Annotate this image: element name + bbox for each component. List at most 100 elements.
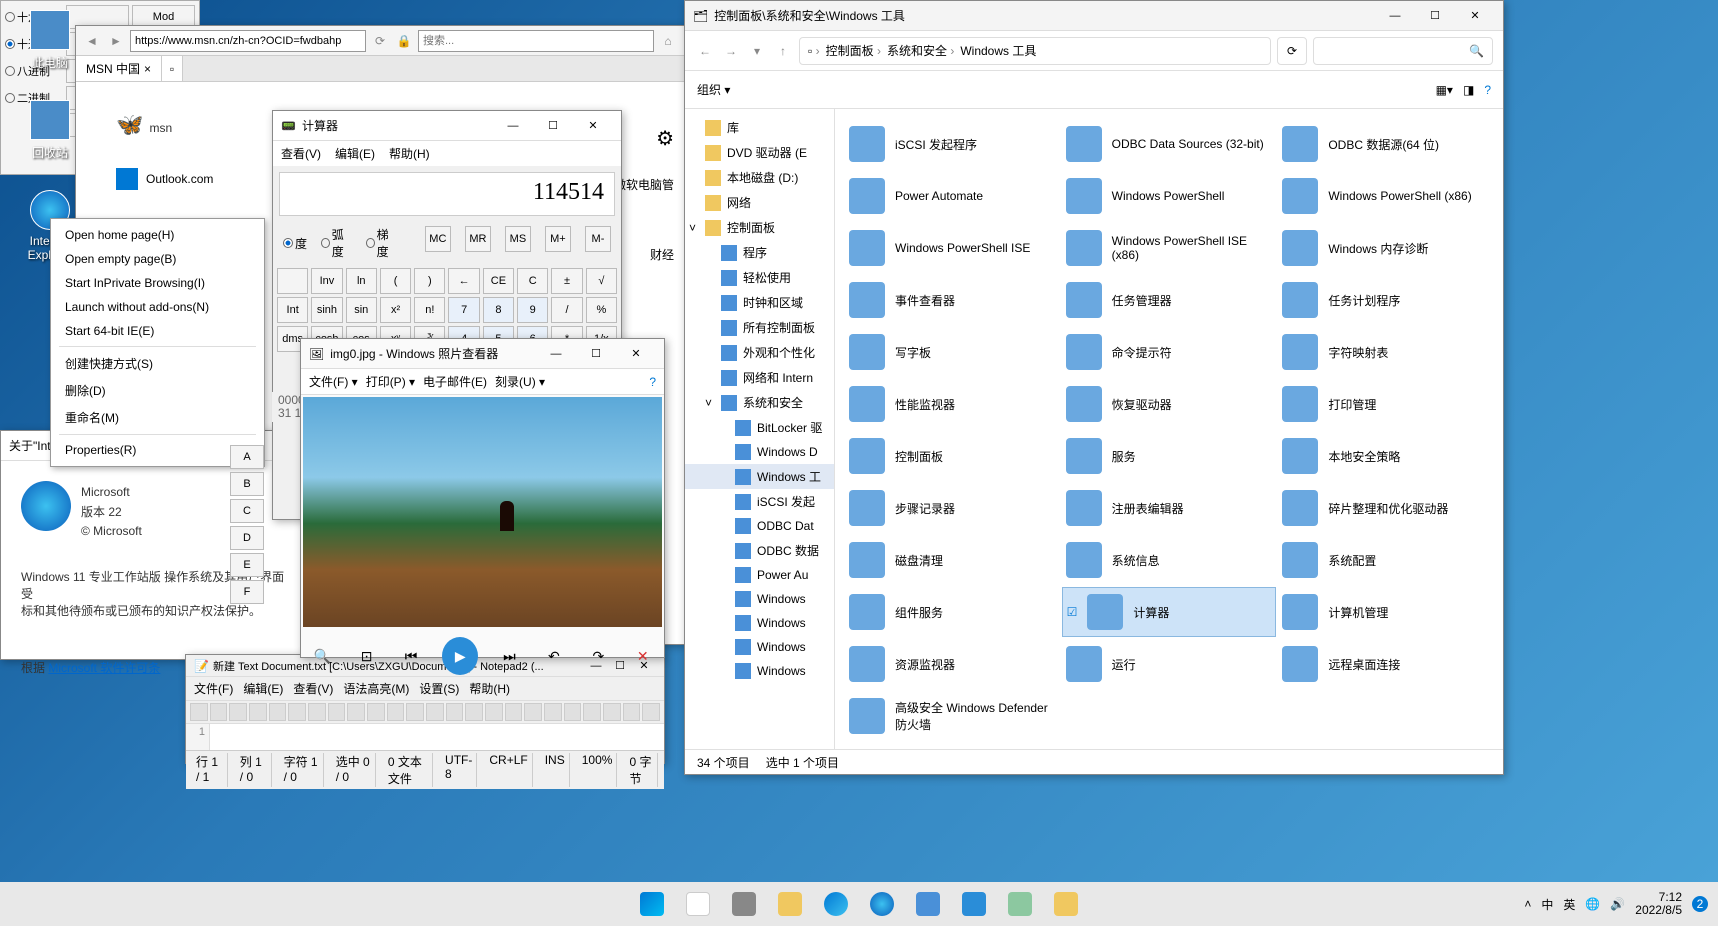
tab-msn[interactable]: MSN 中国× — [76, 56, 162, 81]
toolbar-button[interactable] — [485, 703, 503, 721]
calc-key[interactable]: ( — [380, 268, 411, 294]
calc-key[interactable]: √ — [586, 268, 617, 294]
file-item[interactable]: 打印管理 — [1278, 379, 1493, 429]
ime-lang[interactable]: 中 — [1541, 896, 1553, 913]
home-button[interactable]: ⌂ — [658, 34, 678, 48]
file-item[interactable]: 写字板 — [845, 327, 1060, 377]
calc-key[interactable]: % — [586, 297, 617, 323]
hex-key[interactable]: F — [230, 580, 264, 604]
toolbar-button[interactable] — [406, 703, 424, 721]
fit-button[interactable]: ⊡ — [353, 642, 379, 670]
back-button[interactable]: ◄ — [82, 34, 102, 48]
menu-item[interactable]: Start InPrivate Browsing(I) — [51, 271, 264, 295]
file-item[interactable]: 系统配置 — [1278, 535, 1493, 585]
toolbar-button[interactable] — [426, 703, 444, 721]
menu-burn[interactable]: 刻录(U) ▾ — [495, 373, 545, 390]
toolbar-button[interactable] — [229, 703, 247, 721]
file-item[interactable]: ☑计算器 — [1062, 587, 1277, 637]
toolbar-button[interactable] — [623, 703, 641, 721]
calc-key[interactable]: C — [517, 268, 548, 294]
calc-key[interactable]: CE — [483, 268, 514, 294]
menu-edit[interactable]: 编辑(E) — [335, 145, 375, 162]
file-item[interactable]: 本地安全策略 — [1278, 431, 1493, 481]
explorer-taskbar[interactable] — [770, 884, 810, 924]
tree-item[interactable]: Windows — [685, 587, 834, 611]
tree-item[interactable]: ODBC Dat — [685, 514, 834, 538]
calc-key[interactable]: n! — [414, 297, 445, 323]
file-item[interactable]: 任务管理器 — [1062, 275, 1277, 325]
file-item[interactable]: 任务计划程序 — [1278, 275, 1493, 325]
crumb-item[interactable]: Windows 工具 — [960, 42, 1036, 59]
crumb-item[interactable]: 控制面板 — [826, 42, 881, 59]
network-icon[interactable]: 🌐 — [1585, 897, 1600, 911]
file-item[interactable]: iSCSI 发起程序 — [845, 119, 1060, 169]
file-item[interactable]: 性能监视器 — [845, 379, 1060, 429]
side-link[interactable]: 财经 — [650, 248, 674, 262]
maximize-button[interactable]: ☐ — [576, 340, 616, 368]
menu-item[interactable]: 创建快捷方式(S) — [51, 350, 264, 377]
file-item[interactable]: 事件查看器 — [845, 275, 1060, 325]
tree-item[interactable]: Power Au — [685, 563, 834, 587]
tree-item[interactable]: 外观和个性化 — [685, 340, 834, 365]
maximize-button[interactable]: ☐ — [533, 112, 573, 140]
notification-badge[interactable]: 2 — [1692, 896, 1708, 912]
file-item[interactable]: 高级安全 Windows Defender 防火墙 — [845, 691, 1060, 741]
file-item[interactable]: Windows PowerShell — [1062, 171, 1277, 221]
menu-file[interactable]: 文件(F) ▾ — [309, 373, 358, 390]
file-item[interactable]: 远程桌面连接 — [1278, 639, 1493, 689]
hex-key[interactable]: B — [230, 472, 264, 496]
file-item[interactable]: 控制面板 — [845, 431, 1060, 481]
toolbar-button[interactable] — [269, 703, 287, 721]
calc-key[interactable]: ) — [414, 268, 445, 294]
toolbar-button[interactable] — [190, 703, 208, 721]
explorer2-taskbar[interactable] — [1046, 884, 1086, 924]
clock[interactable]: 7:122022/8/5 — [1635, 891, 1682, 917]
toolbar-button[interactable] — [367, 703, 385, 721]
menu-item[interactable]: 编辑(E) — [243, 680, 283, 697]
crumb-item[interactable]: 系统和安全 — [887, 42, 954, 59]
help-icon[interactable]: ? — [649, 373, 656, 390]
hex-key[interactable]: C — [230, 499, 264, 523]
notepad-taskbar[interactable] — [1000, 884, 1040, 924]
calc-key[interactable]: ± — [551, 268, 582, 294]
ie-taskbar[interactable] — [862, 884, 902, 924]
zoom-button[interactable]: 🔍 — [309, 642, 335, 670]
file-item[interactable]: 系统信息 — [1062, 535, 1277, 585]
search-button[interactable] — [678, 884, 718, 924]
tree-item[interactable]: 程序 — [685, 240, 834, 265]
minimize-button[interactable]: — — [536, 340, 576, 368]
breadcrumb[interactable]: ▫ 控制面板 系统和安全 Windows 工具 — [799, 37, 1271, 65]
volume-icon[interactable]: 🔊 — [1610, 897, 1625, 911]
tree-item[interactable]: Windows — [685, 611, 834, 635]
delete-button[interactable]: ✕ — [630, 642, 656, 670]
file-item[interactable]: 碎片整理和优化驱动器 — [1278, 483, 1493, 533]
url-input[interactable] — [130, 30, 366, 52]
close-button[interactable]: ✕ — [616, 340, 656, 368]
file-item[interactable]: 字符映射表 — [1278, 327, 1493, 377]
calc-key[interactable]: ln — [346, 268, 377, 294]
calc-key[interactable]: 8 — [483, 297, 514, 323]
tree-item[interactable]: BitLocker 驱 — [685, 415, 834, 440]
file-item[interactable]: 资源监视器 — [845, 639, 1060, 689]
file-item[interactable]: Windows PowerShell ISE — [845, 223, 1060, 273]
back-button[interactable]: ← — [695, 44, 715, 58]
toolbar-button[interactable] — [642, 703, 660, 721]
photo-taskbar[interactable] — [954, 884, 994, 924]
file-item[interactable]: 服务 — [1062, 431, 1277, 481]
organize-button[interactable]: 组织 ▾ — [697, 81, 730, 98]
toolbar-button[interactable] — [544, 703, 562, 721]
menu-print[interactable]: 打印(P) ▾ — [366, 373, 415, 390]
tree-item[interactable]: Windows — [685, 659, 834, 683]
edge-taskbar[interactable] — [816, 884, 856, 924]
mode-degrees[interactable]: 度 — [283, 226, 307, 260]
file-item[interactable]: 命令提示符 — [1062, 327, 1277, 377]
mode-grads[interactable]: 梯度 — [366, 226, 397, 260]
file-item[interactable]: 计算机管理 — [1278, 587, 1493, 637]
toolbar-button[interactable] — [210, 703, 228, 721]
next-button[interactable]: ⏭ — [496, 642, 522, 670]
menu-item[interactable]: 重命名(M) — [51, 404, 264, 431]
hex-key[interactable]: D — [230, 526, 264, 550]
menu-item[interactable]: 文件(F) — [194, 680, 233, 697]
search-input[interactable] — [418, 30, 654, 52]
view-tiles-button[interactable]: ▦▾ — [1436, 83, 1453, 97]
